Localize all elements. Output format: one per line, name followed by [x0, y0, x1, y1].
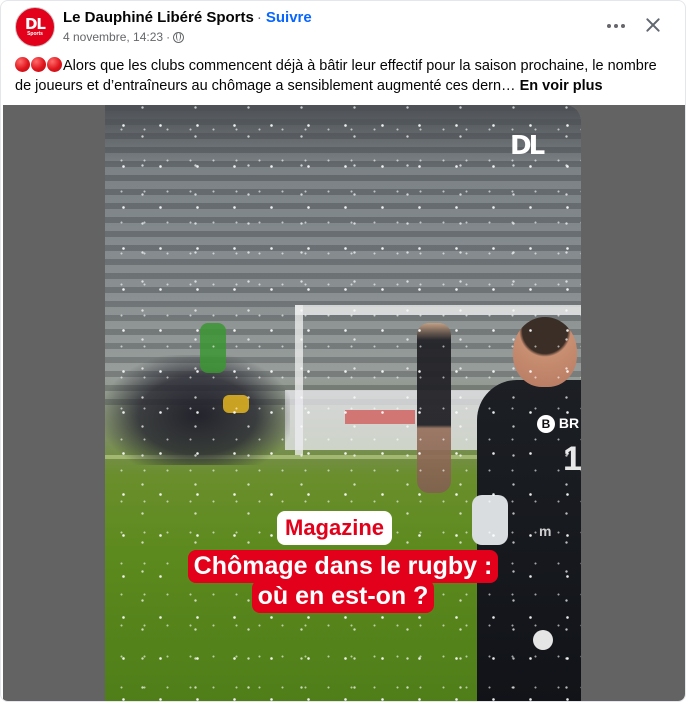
globe-icon	[173, 31, 185, 43]
author-line: Le Dauphiné Libéré Sports · Suivre	[63, 9, 312, 26]
media-container[interactable]: B BR 1 m DL Magazine Chômage dans le rug…	[3, 105, 685, 701]
dl-watermark-logo: DL	[510, 131, 545, 161]
post-timestamp[interactable]: 4 novembre, 14:23	[63, 30, 163, 44]
avatar-logo-subtext: Sports	[27, 31, 43, 37]
post-header: DL Sports Le Dauphiné Libéré Sports · Suiv…	[1, 1, 685, 51]
post-text: Alors que les clubs commencent déjà à bâ…	[15, 56, 675, 96]
close-icon[interactable]	[639, 11, 667, 39]
magazine-tag: Magazine	[277, 511, 393, 545]
post-card: DL Sports Le Dauphiné Libéré Sports · Suiv…	[0, 0, 686, 702]
follow-button[interactable]: Suivre	[266, 9, 312, 26]
more-dot	[621, 24, 625, 28]
meta-separator: ·	[166, 30, 171, 44]
more-options-button[interactable]	[601, 13, 631, 39]
author-name[interactable]: Le Dauphiné Libéré Sports	[63, 9, 254, 26]
red-circle-emoji	[31, 57, 46, 72]
video-headline: Chômage dans le rugby : où en est-on ?	[170, 550, 516, 613]
avatar-logo-text: DL	[24, 15, 46, 33]
post-meta: 4 novembre, 14:23 ·	[63, 30, 185, 44]
red-circle-emoji	[47, 57, 62, 72]
more-dot	[614, 24, 618, 28]
separator-dot: ·	[256, 9, 262, 26]
see-more-link[interactable]: En voir plus	[520, 78, 603, 94]
video-player[interactable]: B BR 1 m DL Magazine Chômage dans le rug…	[105, 105, 581, 701]
page-avatar[interactable]: DL Sports	[15, 7, 55, 47]
red-circle-emoji	[15, 57, 30, 72]
more-horizontal-icon	[607, 24, 611, 28]
headline-line-2: où en est-on ?	[251, 580, 435, 613]
headline-line-1: Chômage dans le rugby :	[187, 550, 499, 583]
